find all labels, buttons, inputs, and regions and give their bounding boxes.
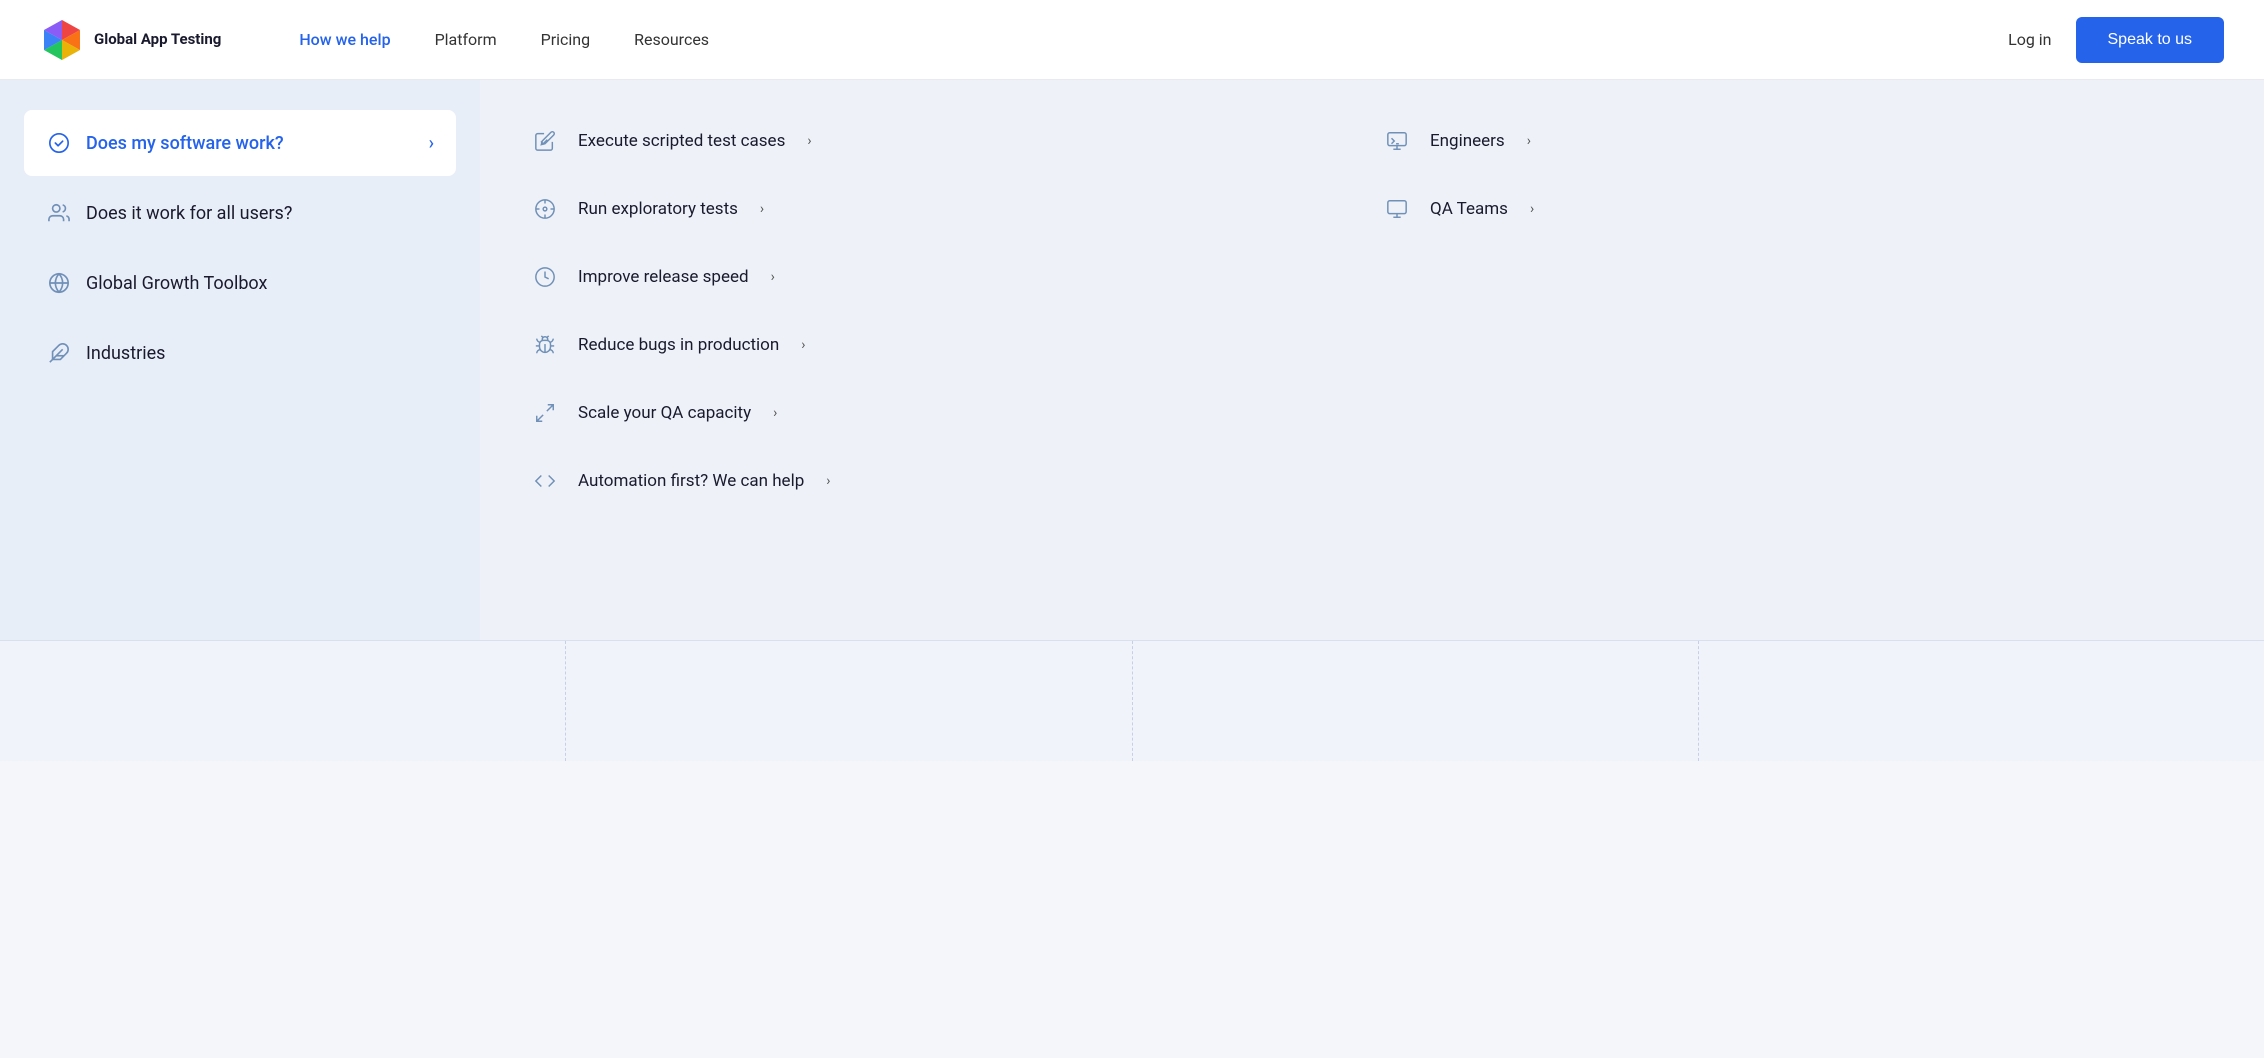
monitor-icon <box>1382 194 1412 224</box>
dropdown-container: Does my software work? › Does it work fo… <box>0 80 2264 761</box>
lower-col-2 <box>566 641 1132 761</box>
left-item-industries[interactable]: Industries <box>24 320 456 386</box>
chevron-right-icon-2: › <box>760 201 764 217</box>
right-item-reduce-bugs[interactable]: Reduce bugs in production › <box>520 314 1372 376</box>
left-item-software[interactable]: Does my software work? › <box>24 110 456 176</box>
nav-links: How we help Platform Pricing Resources <box>281 22 2008 57</box>
chevron-right-icon-5: › <box>773 405 777 421</box>
nav-platform[interactable]: Platform <box>417 22 515 57</box>
right-col-1: Execute scripted test cases › <box>520 110 1372 610</box>
right-panel: Execute scripted test cases › <box>480 80 2264 640</box>
right-item-qa-teams-label: QA Teams <box>1430 199 1508 219</box>
expand-icon <box>530 398 560 428</box>
right-item-exploratory[interactable]: Run exploratory tests › <box>520 178 1372 240</box>
check-circle-icon <box>46 130 72 156</box>
right-item-qa-teams[interactable]: QA Teams › <box>1372 178 2224 240</box>
chevron-right-icon-4: › <box>801 337 805 353</box>
lower-col-4 <box>1699 641 2264 761</box>
nav-how-we-help[interactable]: How we help <box>281 22 408 57</box>
chevron-right-icon-8: › <box>1530 201 1534 217</box>
code-icon <box>530 466 560 496</box>
logo-icon <box>40 18 84 62</box>
dropdown-panel: Does my software work? › Does it work fo… <box>0 80 2264 640</box>
right-col-2: Engineers › QA Teams › <box>1372 110 2224 610</box>
right-item-scale-qa[interactable]: Scale your QA capacity › <box>520 382 1372 444</box>
left-item-toolbox[interactable]: Global Growth Toolbox <box>24 250 456 316</box>
right-item-exploratory-label: Run exploratory tests <box>578 199 738 219</box>
right-item-execute-scripted[interactable]: Execute scripted test cases › <box>520 110 1372 172</box>
right-item-release-speed[interactable]: Improve release speed › <box>520 246 1372 308</box>
nav-right: Log in Speak to us <box>2008 17 2224 63</box>
left-item-industries-label: Industries <box>86 343 165 364</box>
chevron-right-icon: › <box>807 133 811 149</box>
nav-resources[interactable]: Resources <box>616 22 727 57</box>
users-icon <box>46 200 72 226</box>
logo[interactable]: Global App Testing <box>40 18 221 62</box>
terminal-icon <box>1382 126 1412 156</box>
left-item-software-label: Does my software work? <box>86 133 284 154</box>
left-item-toolbox-label: Global Growth Toolbox <box>86 273 267 294</box>
globe-icon <box>46 270 72 296</box>
lower-col-1 <box>0 641 566 761</box>
edit-check-icon <box>530 126 560 156</box>
lower-section <box>0 640 2264 761</box>
bug-icon <box>530 330 560 360</box>
speak-to-us-button[interactable]: Speak to us <box>2076 17 2225 63</box>
left-item-all-users[interactable]: Does it work for all users? <box>24 180 456 246</box>
right-item-scale-qa-label: Scale your QA capacity <box>578 403 751 423</box>
left-item-all-users-label: Does it work for all users? <box>86 203 292 224</box>
right-item-release-speed-label: Improve release speed <box>578 267 749 287</box>
right-item-automation-label: Automation first? We can help <box>578 471 804 491</box>
arrow-icon: › <box>429 133 434 154</box>
right-item-engineers-label: Engineers <box>1430 131 1505 151</box>
chevron-right-icon-6: › <box>826 473 830 489</box>
feather-icon <box>46 340 72 366</box>
chevron-right-icon-3: › <box>771 269 775 285</box>
logo-text: Global App Testing <box>94 30 221 50</box>
clock-icon <box>530 262 560 292</box>
right-item-automation[interactable]: Automation first? We can help › <box>520 450 1372 512</box>
login-link[interactable]: Log in <box>2008 30 2051 49</box>
right-item-execute-scripted-label: Execute scripted test cases <box>578 131 785 151</box>
navbar: Global App Testing How we help Platform … <box>0 0 2264 80</box>
right-item-reduce-bugs-label: Reduce bugs in production <box>578 335 779 355</box>
right-item-engineers[interactable]: Engineers › <box>1372 110 2224 172</box>
lower-col-3 <box>1133 641 1699 761</box>
compass-icon <box>530 194 560 224</box>
nav-pricing[interactable]: Pricing <box>523 22 609 57</box>
chevron-right-icon-7: › <box>1527 133 1531 149</box>
left-panel: Does my software work? › Does it work fo… <box>0 80 480 640</box>
